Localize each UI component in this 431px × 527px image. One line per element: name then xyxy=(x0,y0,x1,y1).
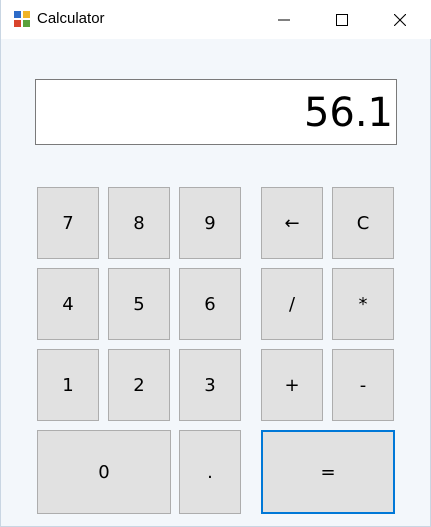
key-5[interactable]: 5 xyxy=(108,268,170,340)
plus-button[interactable]: + xyxy=(261,349,323,421)
clear-button[interactable]: C xyxy=(332,187,394,259)
minimize-icon xyxy=(278,19,290,20)
close-icon xyxy=(394,13,406,26)
equals-button[interactable]: = xyxy=(261,430,395,514)
calculator-window: Calculator 56.1 7 8 9 ← C 4 5 6 / * 1 2 xyxy=(0,0,431,527)
close-button[interactable] xyxy=(372,0,428,39)
key-8[interactable]: 8 xyxy=(108,187,170,259)
divide-button[interactable]: / xyxy=(261,268,323,340)
calculator-app-icon xyxy=(14,11,30,27)
maximize-icon xyxy=(336,13,348,26)
result-display[interactable]: 56.1 xyxy=(35,79,397,145)
minus-button[interactable]: - xyxy=(332,349,394,421)
key-6[interactable]: 6 xyxy=(179,268,241,340)
key-4[interactable]: 4 xyxy=(37,268,99,340)
window-title: Calculator xyxy=(37,10,105,27)
key-0[interactable]: 0 xyxy=(37,430,171,514)
backspace-button[interactable]: ← xyxy=(261,187,323,259)
decimal-point-button[interactable]: . xyxy=(179,430,241,514)
minimize-button[interactable] xyxy=(256,0,312,39)
maximize-button[interactable] xyxy=(314,0,370,39)
key-9[interactable]: 9 xyxy=(179,187,241,259)
title-bar[interactable]: Calculator xyxy=(1,0,431,39)
multiply-button[interactable]: * xyxy=(332,268,394,340)
key-3[interactable]: 3 xyxy=(179,349,241,421)
key-1[interactable]: 1 xyxy=(37,349,99,421)
display-value: 56.1 xyxy=(303,90,393,136)
key-7[interactable]: 7 xyxy=(37,187,99,259)
key-2[interactable]: 2 xyxy=(108,349,170,421)
